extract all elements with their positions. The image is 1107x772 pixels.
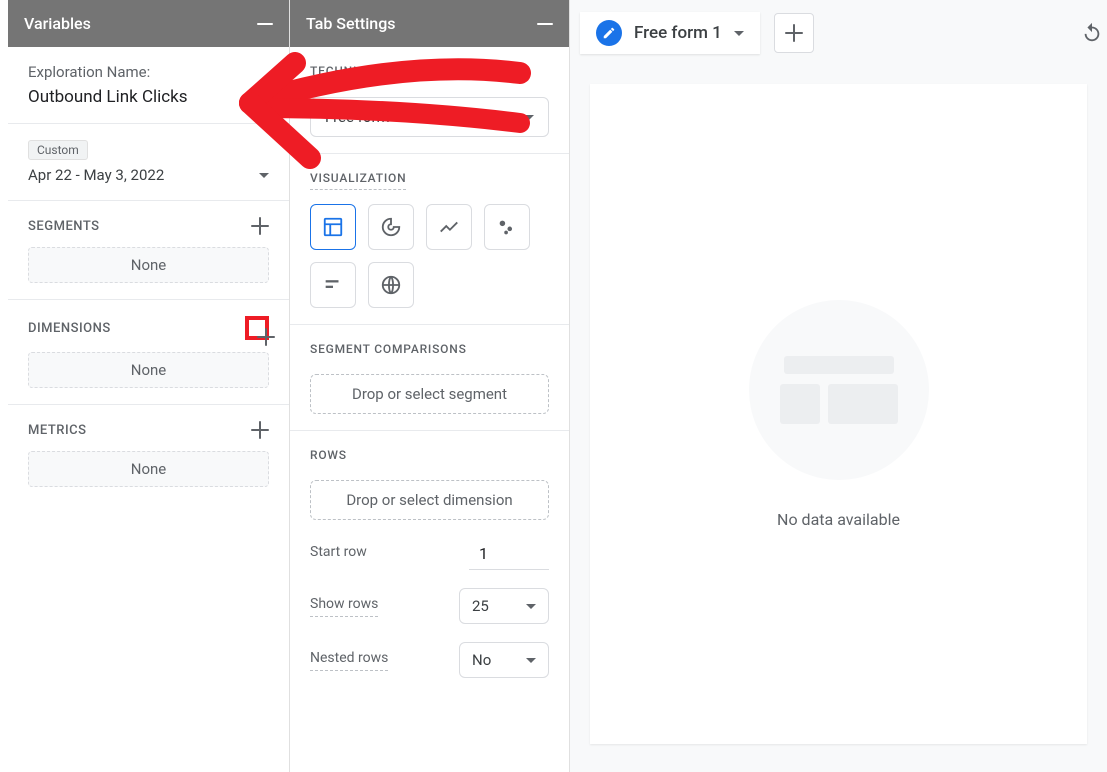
visualization-section: VISUALIZATION (290, 154, 569, 325)
show-rows-value: 25 (472, 597, 489, 615)
tab-settings-panel: Tab Settings TECHNIQUE Free form VISUALI… (290, 0, 570, 772)
canvas-tab-bar: Free form 1 (580, 12, 1097, 54)
metrics-dropzone[interactable]: None (28, 451, 269, 487)
chevron-down-icon (526, 604, 536, 609)
annotation-highlight-box (245, 316, 269, 340)
date-range-badge: Custom (28, 140, 88, 160)
edit-icon (596, 20, 622, 46)
technique-select[interactable]: Free form (310, 97, 549, 137)
viz-donut-button[interactable] (368, 204, 414, 250)
add-segment-icon[interactable] (251, 217, 269, 235)
plus-icon (785, 24, 803, 42)
start-row-value[interactable]: 1 (469, 538, 549, 570)
technique-value: Free form (325, 108, 390, 126)
viz-scatter-button[interactable] (484, 204, 530, 250)
no-data-text: No data available (777, 510, 900, 529)
add-metric-icon[interactable] (251, 421, 269, 439)
rows-title: ROWS (310, 448, 347, 466)
visualization-title: VISUALIZATION (310, 171, 406, 190)
rows-dropzone[interactable]: Drop or select dimension (310, 480, 549, 520)
dimensions-dropzone[interactable]: None (28, 352, 269, 388)
dimensions-title: DIMENSIONS (28, 321, 111, 336)
exploration-canvas: Free form 1 No data available (570, 0, 1107, 772)
chevron-down-icon (524, 115, 534, 120)
dimensions-section: DIMENSIONS None (8, 300, 289, 405)
rows-section: ROWS Drop or select dimension Start row … (290, 431, 569, 712)
show-rows-select[interactable]: 25 (459, 588, 549, 624)
exploration-name-section: Exploration Name: Outbound Link Clicks (8, 47, 289, 124)
technique-title: TECHNIQUE (310, 64, 382, 83)
canvas-body: No data available (590, 84, 1087, 744)
viz-table-button[interactable] (310, 204, 356, 250)
date-range-section[interactable]: Custom Apr 22 - May 3, 2022 (8, 124, 289, 201)
collapse-icon[interactable] (257, 23, 273, 25)
metrics-section: METRICS None (8, 405, 289, 503)
segment-comparisons-title: SEGMENT COMPARISONS (310, 342, 467, 360)
add-tab-button[interactable] (774, 13, 814, 53)
collapse-icon[interactable] (537, 23, 553, 25)
nested-rows-value: No (472, 651, 491, 669)
undo-icon[interactable] (1081, 22, 1103, 48)
metrics-title: METRICS (28, 423, 86, 438)
variables-title: Variables (24, 14, 91, 33)
viz-line-button[interactable] (426, 204, 472, 250)
canvas-tab-name: Free form 1 (634, 23, 722, 43)
segments-section: SEGMENTS None (8, 201, 289, 300)
exploration-name-value[interactable]: Outbound Link Clicks (28, 87, 269, 107)
segment-comparisons-dropzone[interactable]: Drop or select segment (310, 374, 549, 414)
tab-settings-header: Tab Settings (290, 0, 569, 47)
segment-comparisons-section: SEGMENT COMPARISONS Drop or select segme… (290, 325, 569, 431)
segments-dropzone[interactable]: None (28, 247, 269, 283)
chevron-down-icon[interactable] (734, 31, 744, 36)
viz-bar-button[interactable] (310, 262, 356, 308)
tab-settings-title: Tab Settings (306, 14, 396, 33)
exploration-name-label: Exploration Name: (28, 63, 269, 81)
technique-section: TECHNIQUE Free form (290, 47, 569, 154)
canvas-tab[interactable]: Free form 1 (580, 12, 760, 54)
date-range-value: Apr 22 - May 3, 2022 (28, 166, 164, 184)
viz-geo-button[interactable] (368, 262, 414, 308)
empty-state-icon (749, 300, 929, 480)
variables-panel: Variables Exploration Name: Outbound Lin… (8, 0, 290, 772)
nested-rows-select[interactable]: No (459, 642, 549, 678)
show-rows-label: Show rows (310, 596, 378, 617)
variables-header: Variables (8, 0, 289, 47)
nested-rows-label: Nested rows (310, 650, 388, 671)
chevron-down-icon (526, 658, 536, 663)
chevron-down-icon (259, 173, 269, 178)
start-row-label: Start row (310, 544, 367, 564)
segments-title: SEGMENTS (28, 219, 100, 234)
